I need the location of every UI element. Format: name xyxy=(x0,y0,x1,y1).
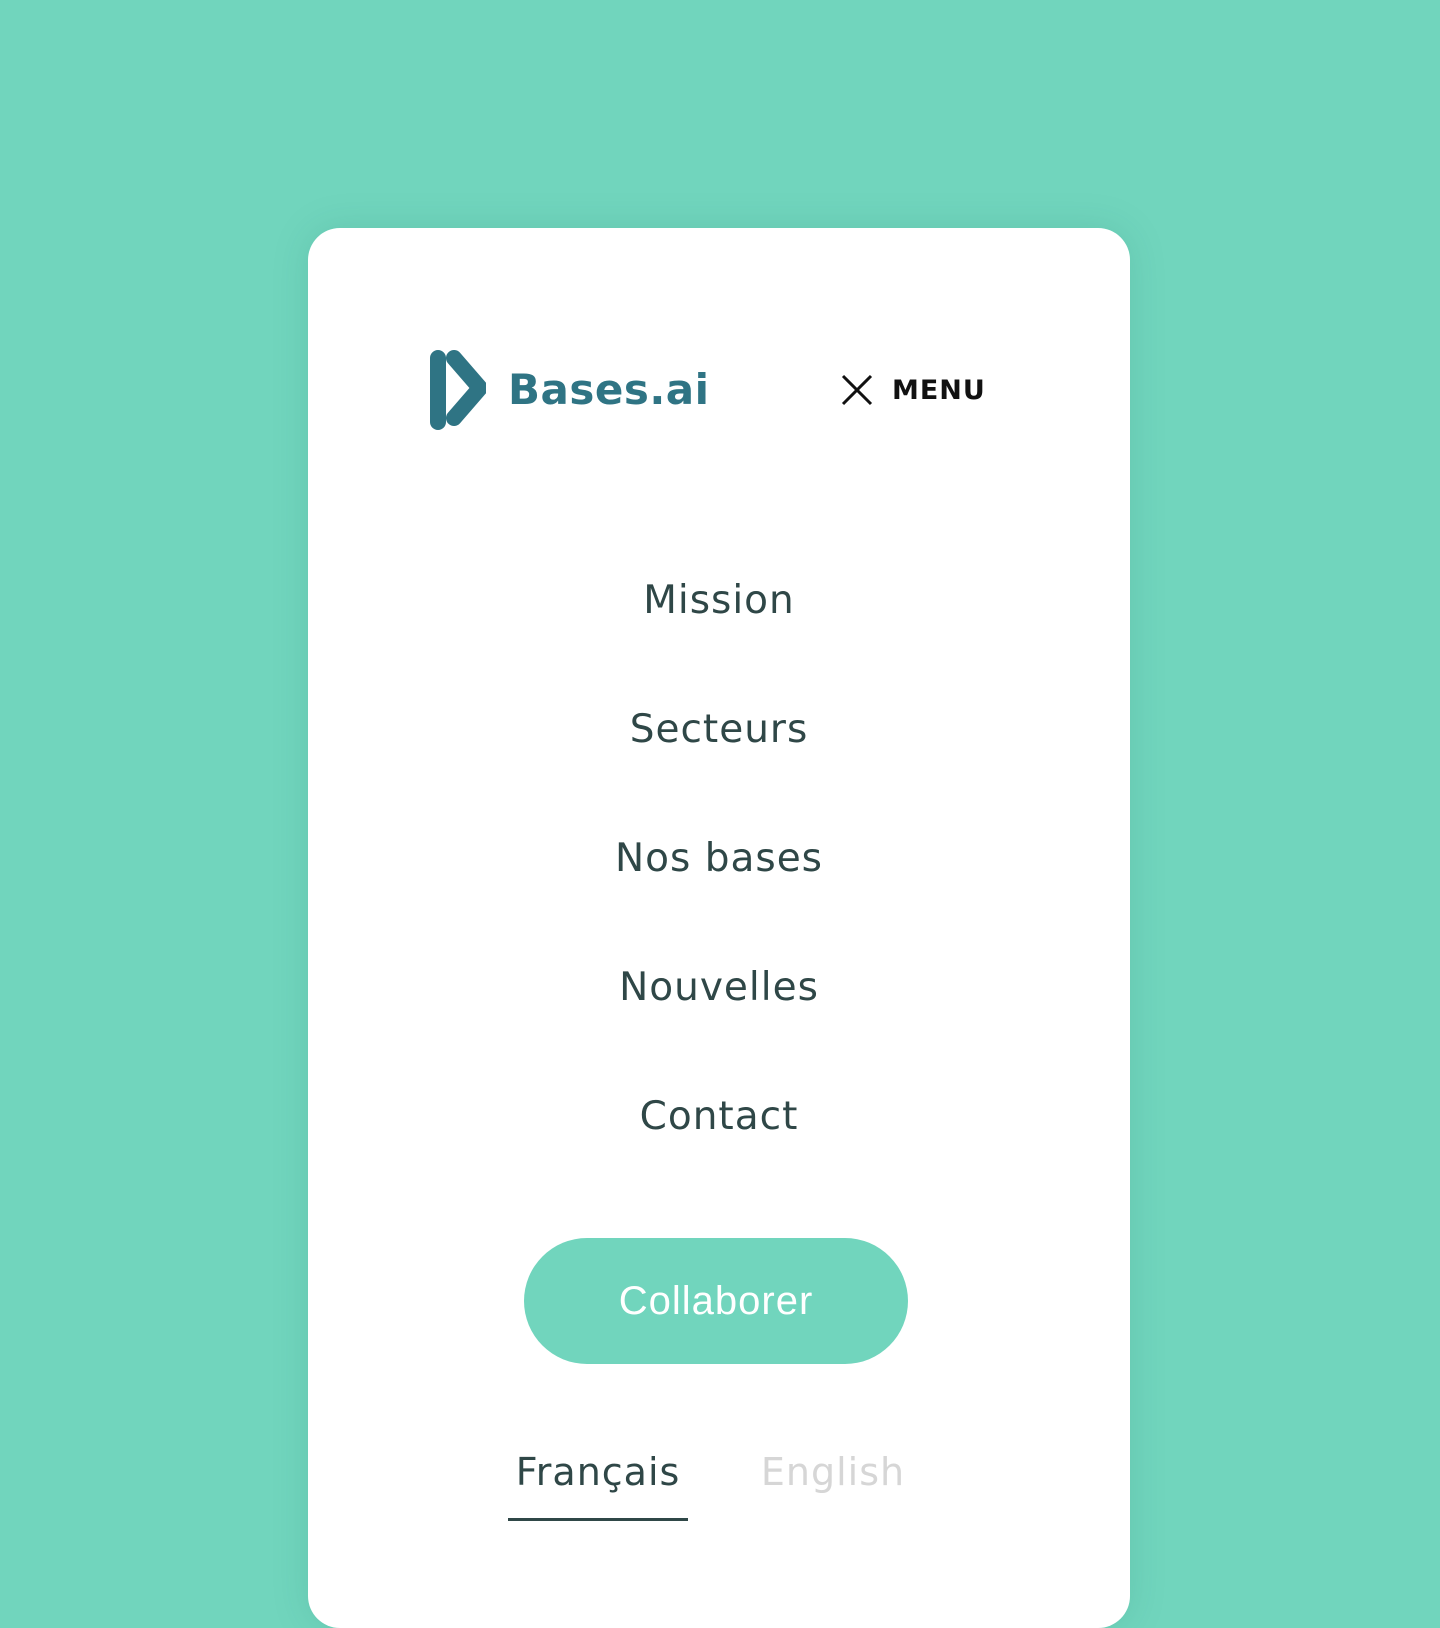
nav-item-nouvelles[interactable]: Nouvelles xyxy=(308,960,1130,1089)
nav-item-secteurs[interactable]: Secteurs xyxy=(308,702,1130,831)
close-icon xyxy=(841,374,873,406)
brand-name: Bases.ai xyxy=(508,364,710,414)
language-french-tab[interactable]: Français xyxy=(508,1450,688,1521)
language-switcher: Français English xyxy=(308,1450,1130,1550)
brand-logo[interactable]: Bases.ai xyxy=(426,346,710,432)
nav-item-nos-bases[interactable]: Nos bases xyxy=(308,831,1130,960)
menu-label: MENU xyxy=(892,374,986,406)
nav-item-mission[interactable]: Mission xyxy=(308,573,1130,702)
bases-logo-icon xyxy=(430,350,486,430)
menu-close-button[interactable]: MENU xyxy=(840,370,986,410)
main-navigation: Mission Secteurs Nos bases Nouvelles Con… xyxy=(308,573,1130,1218)
collaborer-button[interactable]: Collaborer xyxy=(524,1238,908,1364)
language-english-tab[interactable]: English xyxy=(758,1450,908,1494)
nav-item-contact[interactable]: Contact xyxy=(308,1089,1130,1218)
menu-panel: Bases.ai MENU Mission Secteurs Nos bases… xyxy=(308,228,1130,1628)
